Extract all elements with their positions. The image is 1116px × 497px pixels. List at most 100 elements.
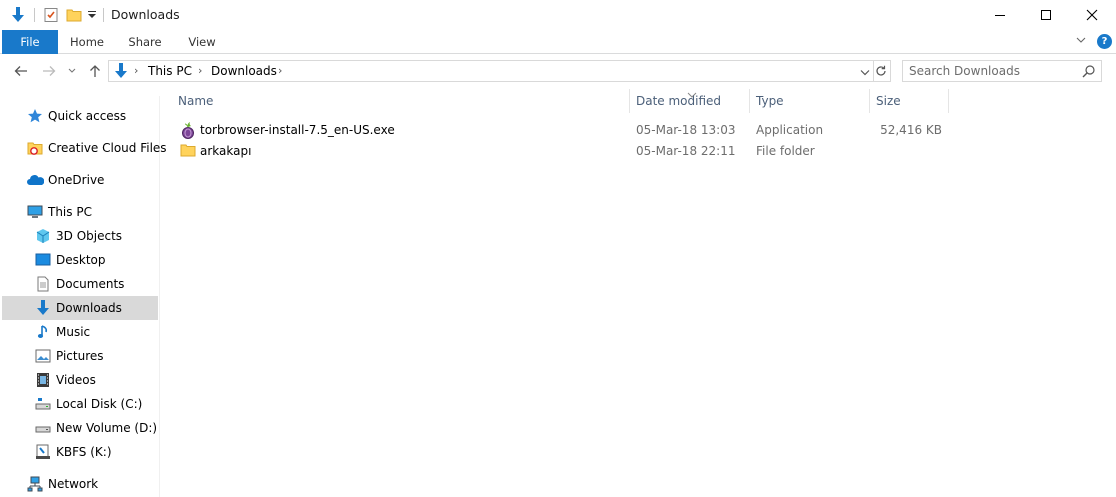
creative-cloud-icon (26, 139, 44, 157)
tab-view[interactable]: View (178, 30, 226, 54)
maximize-icon (1041, 10, 1051, 20)
nav-item-3d-objects[interactable]: 3D Objects (2, 224, 158, 248)
download-icon (34, 299, 52, 317)
nav-item-downloads[interactable]: Downloads (2, 296, 158, 320)
search-icon[interactable] (1082, 64, 1096, 81)
expand-ribbon-icon[interactable] (1075, 34, 1087, 49)
breadcrumb-separator-icon: › (134, 64, 139, 77)
nav-item-kbfs-k[interactable]: KBFS (K:) (2, 440, 158, 464)
nav-item-local-disk-c[interactable]: Local Disk (C:) (2, 392, 158, 416)
nav-item-new-volume-d[interactable]: New Volume (D:) (2, 416, 158, 440)
column-header-name[interactable]: Name (178, 86, 630, 116)
star-icon (26, 107, 44, 125)
up-button[interactable] (85, 59, 105, 83)
back-button[interactable] (10, 59, 32, 83)
nav-item-pictures[interactable]: Pictures (2, 344, 158, 368)
nav-item-label: Documents (56, 277, 125, 291)
nav-item-label: Music (56, 325, 91, 339)
forward-button[interactable] (38, 59, 60, 83)
network-drive-icon (34, 443, 52, 461)
file-date-modified: 05-Mar-18 13:03 (636, 123, 736, 137)
file-size: 52,416 KB (880, 123, 942, 137)
column-header-size[interactable]: Size (876, 86, 946, 116)
onedrive-icon (26, 171, 44, 189)
music-icon (34, 323, 52, 341)
local-disk-icon (34, 395, 52, 413)
nav-item-label: KBFS (K:) (56, 445, 112, 459)
navigation-pane: Quick access Creative Cloud Files OneDri… (0, 96, 167, 497)
minimize-button[interactable] (977, 0, 1023, 30)
help-icon[interactable]: ? (1097, 34, 1112, 49)
file-list: Name Date modified Type Size torbrowser-… (161, 86, 1116, 497)
desktop-icon (34, 251, 52, 269)
folder-icon (180, 142, 196, 160)
chevron-down-icon (68, 68, 76, 73)
nav-item-label: Pictures (56, 349, 104, 363)
window-title: Downloads (111, 7, 180, 22)
tor-app-icon (180, 121, 196, 139)
close-button[interactable] (1069, 0, 1115, 30)
file-name[interactable]: torbrowser-install-7.5_en-US.exe (200, 123, 395, 137)
properties-icon[interactable] (41, 4, 61, 26)
tab-share[interactable]: Share (120, 30, 170, 54)
pictures-icon (34, 347, 52, 365)
divider (103, 8, 104, 22)
column-divider[interactable] (869, 89, 870, 113)
nav-item-documents[interactable]: Documents (2, 272, 158, 296)
address-history-icon[interactable] (860, 66, 870, 80)
column-divider[interactable] (948, 89, 949, 113)
nav-item-creative-cloud-files[interactable]: Creative Cloud Files (2, 136, 167, 160)
network-icon (26, 475, 44, 493)
back-arrow-icon (14, 66, 27, 76)
breadcrumb-this-pc[interactable]: This PC (148, 64, 192, 78)
nav-item-music[interactable]: Music (2, 320, 158, 344)
nav-item-label: Downloads (56, 301, 122, 315)
nav-item-label: 3D Objects (56, 229, 123, 243)
tab-file[interactable]: File (2, 30, 58, 54)
minimize-icon (995, 15, 1005, 16)
file-name[interactable]: arkakapı (200, 144, 251, 158)
nav-item-quick-access[interactable]: Quick access (2, 104, 158, 128)
nav-item-label: New Volume (D:) (56, 421, 158, 435)
nav-item-videos[interactable]: Videos (2, 368, 158, 392)
refresh-button[interactable] (871, 60, 891, 82)
nav-item-this-pc[interactable]: This PC (2, 200, 158, 224)
nav-item-label: Local Disk (C:) (56, 397, 143, 411)
file-date-modified: 05-Mar-18 22:11 (636, 144, 736, 158)
title-bar: Downloads (0, 0, 1116, 30)
monitor-icon (26, 203, 44, 221)
nav-item-label: Creative Cloud Files (48, 141, 167, 155)
nav-item-label: Videos (56, 373, 96, 387)
file-row[interactable]: arkakapı 05-Mar-18 22:11 File folder (178, 141, 978, 162)
file-row[interactable]: torbrowser-install-7.5_en-US.exe 05-Mar-… (178, 120, 978, 141)
new-folder-icon[interactable] (64, 4, 84, 26)
column-header-date-modified[interactable]: Date modified (636, 86, 748, 116)
breadcrumb-downloads[interactable]: Downloads (211, 64, 277, 78)
search-input[interactable] (909, 63, 1079, 79)
file-type: File folder (756, 144, 815, 158)
address-bar[interactable]: › This PC › Downloads › (108, 60, 874, 82)
breadcrumb-separator-icon: › (198, 64, 203, 77)
recent-locations-button[interactable] (65, 59, 79, 83)
file-type: Application (756, 123, 824, 137)
downloads-icon (113, 62, 129, 83)
nav-item-network[interactable]: Network (2, 472, 158, 496)
customize-toolbar-icon[interactable] (86, 4, 98, 26)
up-arrow-icon (90, 65, 100, 77)
forward-arrow-icon (43, 66, 56, 76)
nav-item-label: Network (48, 477, 99, 491)
drive-icon (34, 419, 52, 437)
close-icon (1086, 9, 1098, 21)
search-box[interactable] (902, 60, 1102, 82)
nav-item-desktop[interactable]: Desktop (2, 248, 158, 272)
tab-home[interactable]: Home (62, 30, 112, 54)
divider (34, 8, 35, 22)
downloads-folder-icon[interactable] (8, 4, 28, 26)
nav-item-label: Quick access (48, 109, 127, 123)
cube-icon (34, 227, 52, 245)
column-divider[interactable] (749, 89, 750, 113)
column-header-type[interactable]: Type (756, 86, 868, 116)
column-divider[interactable] (629, 89, 630, 113)
nav-item-onedrive[interactable]: OneDrive (2, 168, 158, 192)
maximize-button[interactable] (1023, 0, 1069, 30)
